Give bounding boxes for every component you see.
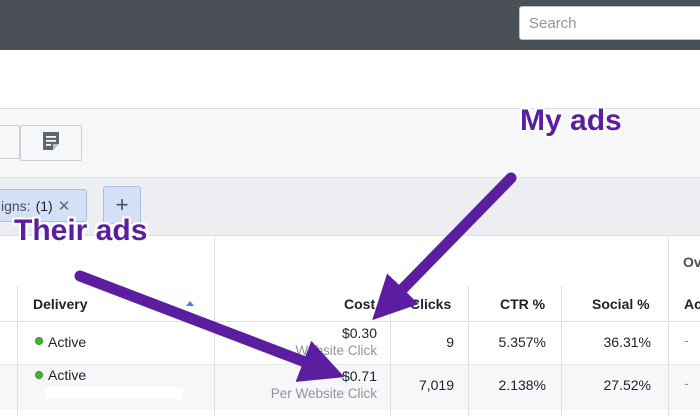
annotation-arrows	[74, 172, 517, 382]
my-ads-annotation: My ads	[520, 104, 622, 137]
their-ads-arrow	[74, 270, 345, 382]
my-ads-arrow	[372, 172, 517, 321]
their-ads-annotation: Their ads	[14, 214, 148, 247]
